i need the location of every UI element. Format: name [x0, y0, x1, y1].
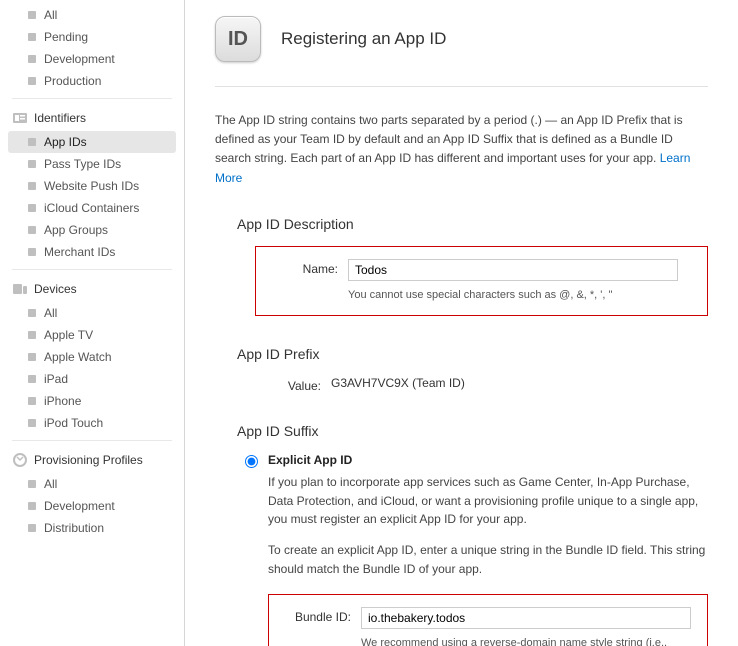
sidebar-item-label: App Groups: [44, 223, 108, 237]
sidebar: All Pending Development Production Identifi…: [0, 0, 185, 646]
devices-icon: [12, 282, 28, 296]
name-input[interactable]: [348, 259, 678, 281]
sidebar-item-label: iPod Touch: [44, 416, 103, 430]
sidebar-item-website-push-ids[interactable]: Website Push IDs: [0, 175, 184, 197]
sidebar-item-pass-type-ids[interactable]: Pass Type IDs: [0, 153, 184, 175]
bullet-icon: [28, 353, 36, 361]
name-label: Name:: [272, 259, 348, 276]
bullet-icon: [28, 248, 36, 256]
sidebar-separator: [12, 98, 172, 99]
bundle-id-hint: We recommend using a reverse-domain name…: [361, 635, 691, 646]
sidebar-item-ipod-touch[interactable]: iPod Touch: [0, 412, 184, 434]
sidebar-item-production[interactable]: Production: [0, 70, 184, 92]
sidebar-item-label: Pending: [44, 30, 88, 44]
sidebar-item-iphone[interactable]: iPhone: [0, 390, 184, 412]
page-title: Registering an App ID: [281, 29, 446, 49]
sidebar-item-development[interactable]: Development: [0, 495, 184, 517]
section-app-id-description: App ID Description Name: You cannot use …: [237, 216, 708, 317]
bullet-icon: [28, 11, 36, 19]
description-highlight-box: Name: You cannot use special characters …: [255, 246, 708, 317]
name-hint: You cannot use special characters such a…: [348, 287, 691, 304]
bullet-icon: [28, 33, 36, 41]
sidebar-item-label: Production: [44, 74, 101, 88]
sidebar-item-all[interactable]: All: [0, 473, 184, 495]
sidebar-item-label: iCloud Containers: [44, 201, 139, 215]
bullet-icon: [28, 419, 36, 427]
sidebar-item-distribution[interactable]: Distribution: [0, 517, 184, 539]
sidebar-item-label: Development: [44, 52, 115, 66]
explicit-paragraph: If you plan to incorporate app services …: [268, 473, 708, 529]
bundle-id-highlight-box: Bundle ID: We recommend using a reverse-…: [268, 594, 708, 646]
bullet-icon: [28, 502, 36, 510]
sidebar-item-apple-tv[interactable]: Apple TV: [0, 324, 184, 346]
prefix-label: Value:: [255, 376, 331, 393]
page-header: ID Registering an App ID: [215, 16, 708, 87]
sidebar-item-label: iPhone: [44, 394, 81, 408]
id-icon: [12, 111, 28, 125]
explicit-paragraph: To create an explicit App ID, enter a un…: [268, 541, 708, 578]
bullet-icon: [28, 182, 36, 190]
sidebar-item-label: Pass Type IDs: [44, 157, 121, 171]
sidebar-group-label: Devices: [34, 282, 77, 296]
section-heading: App ID Description: [237, 216, 708, 232]
bundle-id-input[interactable]: [361, 607, 691, 629]
section-heading: App ID Suffix: [237, 423, 708, 439]
sidebar-item-all[interactable]: All: [0, 4, 184, 26]
sidebar-item-label: All: [44, 306, 57, 320]
intro-text: The App ID string contains two parts sep…: [215, 113, 683, 165]
bullet-icon: [28, 375, 36, 383]
bullet-icon: [28, 397, 36, 405]
bullet-icon: [28, 309, 36, 317]
main-content: ID Registering an App ID The App ID stri…: [185, 0, 738, 646]
sidebar-item-label: Development: [44, 499, 115, 513]
sidebar-item-label: Distribution: [44, 521, 104, 535]
sidebar-item-label: App IDs: [44, 135, 87, 149]
intro-paragraph: The App ID string contains two parts sep…: [215, 111, 708, 188]
sidebar-item-label: Apple Watch: [44, 350, 112, 364]
bullet-icon: [28, 160, 36, 168]
bullet-icon: [28, 55, 36, 63]
sidebar-group-identifiers[interactable]: Identifiers: [0, 105, 184, 131]
prefix-value: G3AVH7VC9X (Team ID): [331, 376, 465, 393]
sidebar-group-label: Provisioning Profiles: [34, 453, 143, 467]
sidebar-item-label: Merchant IDs: [44, 245, 115, 259]
sidebar-item-label: iPad: [44, 372, 68, 386]
sidebar-item-all[interactable]: All: [0, 302, 184, 324]
explicit-app-id-radio[interactable]: [245, 455, 258, 468]
section-app-id-suffix: App ID Suffix Explicit App ID If you pla…: [237, 423, 708, 646]
sidebar-group-label: Identifiers: [34, 111, 86, 125]
section-heading: App ID Prefix: [237, 346, 708, 362]
sidebar-item-label: Website Push IDs: [44, 179, 139, 193]
sidebar-group-devices[interactable]: Devices: [0, 276, 184, 302]
sidebar-item-ipad[interactable]: iPad: [0, 368, 184, 390]
sidebar-group-profiles[interactable]: Provisioning Profiles: [0, 447, 184, 473]
bullet-icon: [28, 77, 36, 85]
sidebar-separator: [12, 440, 172, 441]
bundle-id-label: Bundle ID:: [285, 607, 361, 624]
sidebar-item-label: All: [44, 477, 57, 491]
bullet-icon: [28, 480, 36, 488]
bullet-icon: [28, 138, 36, 146]
sidebar-item-development[interactable]: Development: [0, 48, 184, 70]
sidebar-item-merchant-ids[interactable]: Merchant IDs: [0, 241, 184, 263]
bullet-icon: [28, 226, 36, 234]
bullet-icon: [28, 331, 36, 339]
profiles-icon: [12, 453, 28, 467]
sidebar-item-apple-watch[interactable]: Apple Watch: [0, 346, 184, 368]
bullet-icon: [28, 524, 36, 532]
explicit-app-id-option: Explicit App ID If you plan to incorpora…: [245, 453, 708, 646]
sidebar-separator: [12, 269, 172, 270]
sidebar-item-app-groups[interactable]: App Groups: [0, 219, 184, 241]
app-id-badge-icon: ID: [215, 16, 261, 62]
sidebar-item-icloud-containers[interactable]: iCloud Containers: [0, 197, 184, 219]
sidebar-item-pending[interactable]: Pending: [0, 26, 184, 48]
sidebar-item-label: Apple TV: [44, 328, 93, 342]
sidebar-item-label: All: [44, 8, 57, 22]
sidebar-item-app-ids[interactable]: App IDs: [8, 131, 176, 153]
bullet-icon: [28, 204, 36, 212]
section-app-id-prefix: App ID Prefix Value: G3AVH7VC9X (Team ID…: [237, 346, 708, 393]
explicit-title: Explicit App ID: [268, 453, 352, 467]
